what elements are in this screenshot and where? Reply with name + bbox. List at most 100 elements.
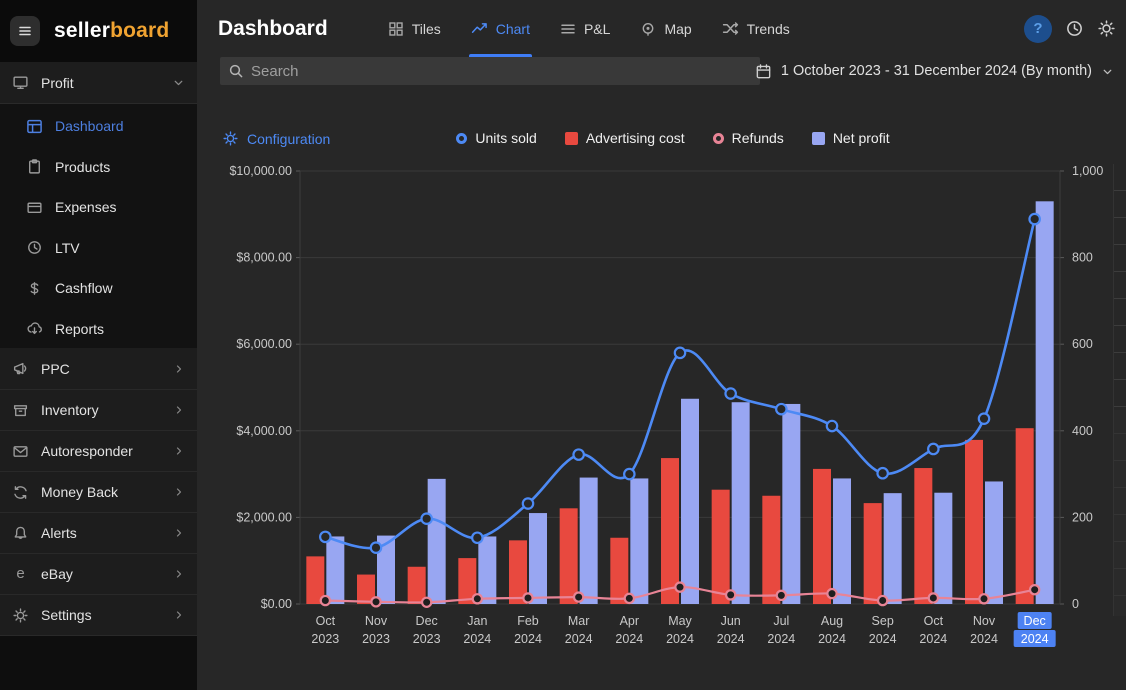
- bar-net-profit[interactable]: [934, 493, 952, 604]
- theme-toggle-button[interactable]: [1097, 19, 1116, 38]
- sidebar-item-alerts[interactable]: Alerts: [0, 512, 197, 553]
- date-range-picker[interactable]: 1 October 2023 - 31 December 2024 (By mo…: [755, 57, 1114, 85]
- bar-net-profit[interactable]: [326, 536, 344, 604]
- bar-advertising-cost[interactable]: [864, 503, 882, 604]
- point-refunds[interactable]: [371, 597, 380, 606]
- sidebar-item-autoresponder[interactable]: Autoresponder: [0, 430, 197, 471]
- tab-chart[interactable]: Chart: [469, 0, 532, 57]
- point-units-sold[interactable]: [675, 348, 685, 358]
- point-units-sold[interactable]: [877, 468, 887, 478]
- point-refunds[interactable]: [625, 594, 634, 603]
- point-units-sold[interactable]: [1029, 214, 1039, 224]
- legend-net-profit[interactable]: Net profit: [812, 130, 890, 146]
- bar-net-profit[interactable]: [529, 513, 547, 604]
- bar-advertising-cost[interactable]: [560, 508, 578, 604]
- legend-label: Net profit: [833, 130, 890, 146]
- chart-area: $0.000$2,000.00200$4,000.00400$6,000.006…: [220, 160, 1126, 660]
- axis-label: 400: [1072, 424, 1093, 438]
- sidebar-item-inventory[interactable]: Inventory: [0, 389, 197, 430]
- point-units-sold[interactable]: [776, 404, 786, 414]
- point-units-sold[interactable]: [725, 388, 735, 398]
- tiles-icon: [388, 21, 404, 37]
- legend-units-sold[interactable]: Units sold: [456, 130, 536, 146]
- sidebar-item-ltv[interactable]: LTV: [0, 228, 197, 269]
- axis-label: $8,000.00: [236, 251, 292, 265]
- point-refunds[interactable]: [321, 596, 330, 605]
- legend-refunds[interactable]: Refunds: [713, 130, 784, 146]
- sidebar-item-cashflow[interactable]: Cashflow: [0, 268, 197, 309]
- point-units-sold[interactable]: [624, 469, 634, 479]
- point-units-sold[interactable]: [472, 533, 482, 543]
- bar-advertising-cost[interactable]: [1016, 428, 1034, 604]
- bar-net-profit[interactable]: [428, 479, 446, 604]
- history-clock-button[interactable]: [1065, 19, 1084, 38]
- bar-net-profit[interactable]: [580, 478, 598, 604]
- bar-advertising-cost[interactable]: [661, 458, 679, 604]
- axis-label: Jun: [721, 614, 741, 628]
- tab-trends[interactable]: Trends: [720, 0, 792, 57]
- sidebar-item-ppc[interactable]: PPC: [0, 348, 197, 389]
- chart-icon: [471, 20, 488, 37]
- point-units-sold[interactable]: [573, 449, 583, 459]
- bar-net-profit[interactable]: [732, 402, 750, 604]
- point-refunds[interactable]: [473, 594, 482, 603]
- axis-label: 2023: [413, 632, 441, 646]
- point-units-sold[interactable]: [523, 498, 533, 508]
- bar-net-profit[interactable]: [1036, 201, 1054, 604]
- axis-label: $6,000.00: [236, 337, 292, 351]
- hamburger-menu-button[interactable]: [10, 16, 40, 46]
- bar-advertising-cost[interactable]: [965, 440, 983, 604]
- bar-net-profit[interactable]: [833, 478, 851, 604]
- point-refunds[interactable]: [523, 593, 532, 602]
- sidebar-item-profit[interactable]: Profit: [0, 62, 197, 103]
- tab-tiles[interactable]: Tiles: [386, 0, 443, 57]
- tab-map[interactable]: Map: [638, 0, 693, 57]
- sidebar-item-expenses[interactable]: Expenses: [0, 187, 197, 228]
- point-units-sold[interactable]: [928, 444, 938, 454]
- sidebar-item-money-back[interactable]: Money Back: [0, 471, 197, 512]
- legend-advertising-cost[interactable]: Advertising cost: [565, 130, 685, 146]
- point-refunds[interactable]: [574, 592, 583, 601]
- point-refunds[interactable]: [827, 589, 836, 598]
- point-units-sold[interactable]: [827, 421, 837, 431]
- point-refunds[interactable]: [422, 598, 431, 607]
- bar-advertising-cost[interactable]: [813, 469, 831, 604]
- refresh-icon: [12, 484, 29, 501]
- bar-net-profit[interactable]: [782, 404, 800, 604]
- axis-label: Jan: [467, 614, 487, 628]
- point-refunds[interactable]: [1030, 585, 1039, 594]
- point-refunds[interactable]: [777, 591, 786, 600]
- sidebar-item-reports[interactable]: Reports: [0, 309, 197, 350]
- sidebar-item-products[interactable]: Products: [0, 147, 197, 188]
- page-title: Dashboard: [218, 17, 328, 41]
- tab-pnl[interactable]: P&L: [558, 0, 612, 57]
- sidebar-item-ebay[interactable]: e eBay: [0, 553, 197, 594]
- point-units-sold[interactable]: [320, 532, 330, 542]
- point-refunds[interactable]: [929, 593, 938, 602]
- sidebar-item-settings[interactable]: Settings: [0, 594, 197, 635]
- bar-net-profit[interactable]: [478, 536, 496, 604]
- point-units-sold[interactable]: [979, 413, 989, 423]
- bar-net-profit[interactable]: [985, 481, 1003, 604]
- axis-label: Mar: [568, 614, 590, 628]
- axis-label: 2024: [919, 632, 947, 646]
- bar-net-profit[interactable]: [681, 399, 699, 604]
- point-refunds[interactable]: [979, 594, 988, 603]
- help-button[interactable]: ?: [1024, 15, 1052, 43]
- point-units-sold[interactable]: [371, 543, 381, 553]
- app-logo[interactable]: sellerboard: [54, 19, 169, 43]
- sidebar-item-dashboard[interactable]: Dashboard: [0, 106, 197, 147]
- chevron-right-icon: [173, 363, 185, 375]
- bar-net-profit[interactable]: [884, 493, 902, 604]
- bar-advertising-cost[interactable]: [914, 468, 932, 604]
- point-refunds[interactable]: [878, 596, 887, 605]
- bell-icon: [12, 525, 29, 542]
- bar-net-profit[interactable]: [630, 478, 648, 604]
- point-refunds[interactable]: [726, 590, 735, 599]
- topbar: Dashboard Tiles Chart P&L Map: [197, 0, 1126, 57]
- search-input[interactable]: [251, 63, 752, 80]
- point-refunds[interactable]: [675, 583, 684, 592]
- bar-advertising-cost[interactable]: [762, 496, 780, 604]
- point-units-sold[interactable]: [421, 513, 431, 523]
- bar-advertising-cost[interactable]: [712, 490, 730, 604]
